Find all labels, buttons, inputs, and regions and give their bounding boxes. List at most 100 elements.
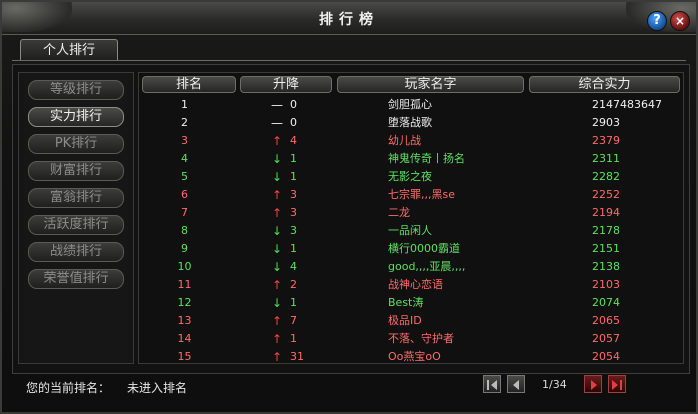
- power-cell: 2151: [592, 242, 620, 255]
- up-arrow-icon: ↑: [271, 332, 283, 346]
- prev-page-icon: [513, 380, 519, 390]
- last-page-button[interactable]: [608, 375, 626, 393]
- rank-cell: 10: [177, 260, 192, 273]
- header-rank[interactable]: 排名: [142, 76, 236, 93]
- player-name-cell: Best涛: [388, 296, 424, 309]
- window-title: 排行榜: [319, 12, 379, 28]
- power-cell: 2138: [592, 260, 620, 273]
- page-indicator: 1/34: [542, 378, 567, 391]
- sidebar-item-pk[interactable]: PK排行: [28, 134, 124, 154]
- change-cell: 1: [290, 242, 297, 255]
- change-cell: 0: [290, 98, 297, 111]
- change-cell: 3: [290, 206, 297, 219]
- rank-cell: 11: [177, 278, 192, 291]
- power-cell: 2311: [592, 152, 620, 165]
- rank-cell: 9: [181, 242, 188, 255]
- rank-cell: 2: [181, 116, 188, 129]
- sidebar-item-strength[interactable]: 实力排行: [28, 107, 124, 127]
- table-row[interactable]: 3 ↑ 4 幼儿战 2379: [142, 132, 682, 150]
- rank-cell: 6: [181, 188, 188, 201]
- power-cell: 2903: [592, 116, 620, 129]
- up-arrow-icon: ↑: [271, 350, 283, 364]
- table-row[interactable]: 5 ↓ 1 无影之夜 2282: [142, 168, 682, 186]
- down-arrow-icon: ↓: [271, 152, 283, 166]
- table-row[interactable]: 11 ↑ 2 战神心恋语 2103: [142, 276, 682, 294]
- change-cell: 1: [290, 170, 297, 183]
- table-row[interactable]: 7 ↑ 3 二龙 2194: [142, 204, 682, 222]
- change-cell: 1: [290, 332, 297, 345]
- tab-divider: [12, 60, 686, 61]
- table-row[interactable]: 10 ↓ 4 good,,,,亚晨,,,, 2138: [142, 258, 682, 276]
- down-arrow-icon: ↓: [271, 170, 283, 184]
- table-row[interactable]: 12 ↓ 1 Best涛 2074: [142, 294, 682, 312]
- player-name-cell: 神鬼传奇丨扬名: [388, 152, 465, 165]
- change-cell: 3: [290, 188, 297, 201]
- power-cell: 2103: [592, 278, 620, 291]
- player-name-cell: Oo燕宝oO: [388, 350, 441, 363]
- up-arrow-icon: ↑: [271, 134, 283, 148]
- player-name-cell: 幼儿战: [388, 134, 421, 147]
- power-cell: 2074: [592, 296, 620, 309]
- table-row[interactable]: 13 ↑ 7 极品ID 2065: [142, 312, 682, 330]
- table-row[interactable]: 6 ↑ 3 七宗罪,,,黑se 2252: [142, 186, 682, 204]
- header-change[interactable]: 升降: [240, 76, 332, 93]
- down-arrow-icon: ↓: [271, 242, 283, 256]
- sidebar-item-activity[interactable]: 活跃度排行: [28, 215, 124, 235]
- close-button[interactable]: ×: [670, 11, 690, 31]
- table-row[interactable]: 4 ↓ 1 神鬼传奇丨扬名 2311: [142, 150, 682, 168]
- rank-cell: 4: [181, 152, 188, 165]
- rank-cell: 8: [181, 224, 188, 237]
- table-row[interactable]: 1 — 0 剑胆孤心 2147483647: [142, 96, 682, 114]
- help-button[interactable]: ?: [647, 11, 667, 31]
- player-name-cell: 不落、守护者: [388, 332, 454, 345]
- power-cell: 2194: [592, 206, 620, 219]
- first-page-icon: [487, 380, 489, 390]
- first-page-button[interactable]: [483, 375, 501, 393]
- header-power[interactable]: 综合实力: [529, 76, 680, 93]
- table-row[interactable]: 8 ↓ 3 一品闲人 2178: [142, 222, 682, 240]
- table-row[interactable]: 2 — 0 堕落战歌 2903: [142, 114, 682, 132]
- player-name-cell: 极品ID: [388, 314, 422, 327]
- sidebar-item-tycoon[interactable]: 富翁排行: [28, 188, 124, 208]
- tab-personal-ranking[interactable]: 个人排行: [20, 39, 118, 61]
- power-cell: 2065: [592, 314, 620, 327]
- player-name-cell: 无影之夜: [388, 170, 432, 183]
- change-cell: 1: [290, 152, 297, 165]
- down-arrow-icon: ↓: [271, 296, 283, 310]
- sidebar-item-level[interactable]: 等级排行: [28, 80, 124, 100]
- ranking-window: 排行榜 ? × 个人排行 等级排行 实力排行 PK排行 财富排行 富翁排行 活跃…: [0, 0, 698, 414]
- rank-cell: 1: [181, 98, 188, 111]
- up-arrow-icon: ↑: [271, 314, 283, 328]
- player-name-cell: good,,,,亚晨,,,,: [388, 260, 466, 273]
- up-arrow-icon: ↑: [271, 278, 283, 292]
- power-cell: 2147483647: [592, 98, 662, 111]
- change-cell: 1: [290, 296, 297, 309]
- change-cell: 2: [290, 278, 297, 291]
- title-bar[interactable]: 排行榜 ? ×: [2, 2, 696, 35]
- next-page-button[interactable]: [584, 375, 602, 393]
- power-cell: 2252: [592, 188, 620, 201]
- rank-cell: 14: [177, 332, 192, 345]
- prev-page-button[interactable]: [507, 375, 525, 393]
- power-cell: 2178: [592, 224, 620, 237]
- flat-dash-icon: —: [271, 98, 283, 112]
- sidebar-item-wealth[interactable]: 财富排行: [28, 161, 124, 181]
- sidebar-item-battle-record[interactable]: 战绩排行: [28, 242, 124, 262]
- table-row[interactable]: 9 ↓ 1 横行0000霸道 2151: [142, 240, 682, 258]
- power-cell: 2282: [592, 170, 620, 183]
- current-rank-value: 未进入排名: [127, 381, 188, 395]
- last-page-icon: [612, 380, 618, 390]
- power-cell: 2054: [592, 350, 620, 363]
- player-name-cell: 二龙: [388, 206, 410, 219]
- change-cell: 4: [290, 134, 297, 147]
- player-name-cell: 战神心恋语: [388, 278, 443, 291]
- sidebar-item-honor[interactable]: 荣誉值排行: [28, 269, 124, 289]
- rank-cell: 12: [177, 296, 192, 309]
- next-page-icon: [591, 380, 597, 390]
- table-row[interactable]: 15 ↑ 31 Oo燕宝oO 2054: [142, 348, 682, 366]
- table-row[interactable]: 14 ↑ 1 不落、守护者 2057: [142, 330, 682, 348]
- rank-cell: 3: [181, 134, 188, 147]
- rank-cell: 15: [177, 350, 192, 363]
- header-player-name[interactable]: 玩家名字: [337, 76, 524, 93]
- down-arrow-icon: ↓: [271, 224, 283, 238]
